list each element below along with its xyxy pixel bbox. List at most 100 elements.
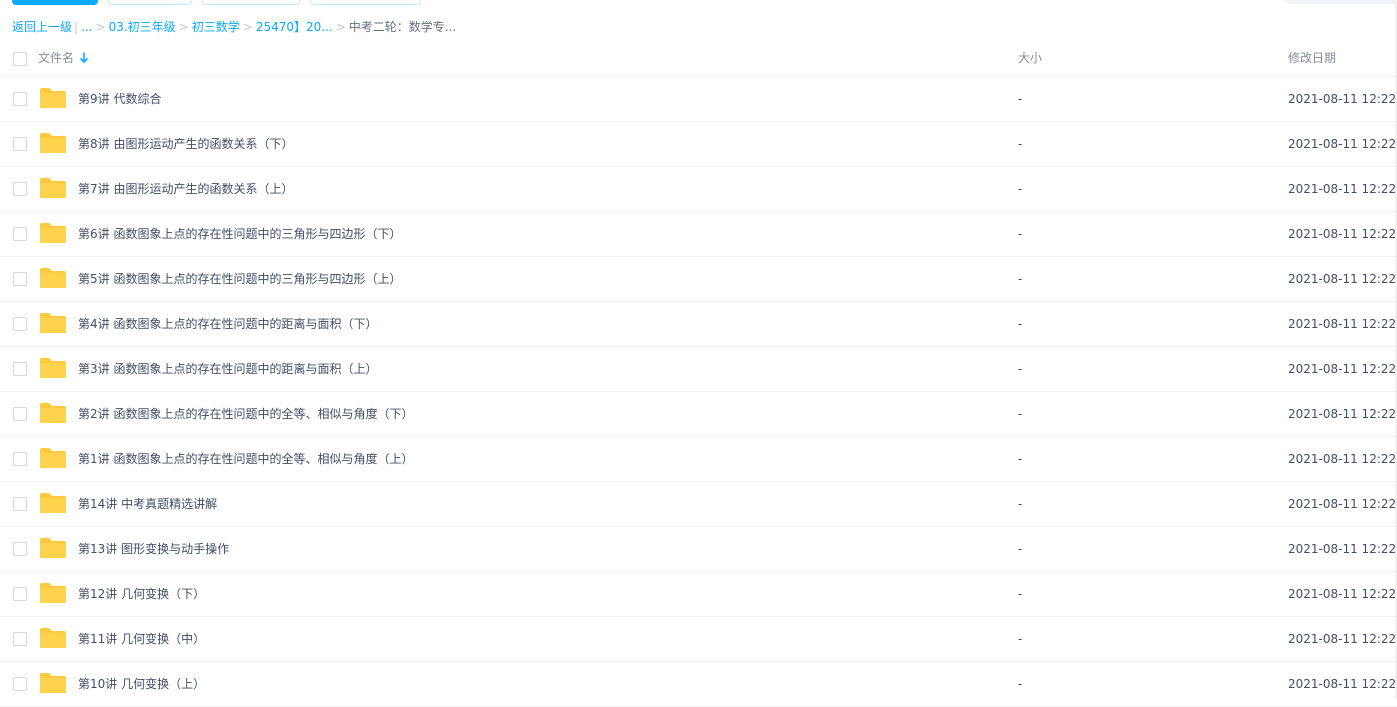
file-date: 2021-08-11 12:22 xyxy=(1288,137,1397,151)
file-name[interactable]: 第7讲 由图形运动产生的函数关系（上） xyxy=(78,181,293,197)
file-date: 2021-08-11 12:22 xyxy=(1288,272,1397,286)
row-checkbox[interactable] xyxy=(13,317,27,331)
row-checkbox[interactable] xyxy=(13,362,27,376)
file-row[interactable]: 第3讲 函数图象上点的存在性问题中的距离与面积（上） - 2021-08-11 … xyxy=(0,347,1397,392)
file-size: - xyxy=(1018,497,1023,511)
file-date: 2021-08-11 12:22 xyxy=(1288,362,1397,376)
select-all-checkbox[interactable] xyxy=(13,52,27,66)
sort-arrow-down-icon[interactable] xyxy=(79,50,89,66)
file-row[interactable]: 第9讲 代数综合 - 2021-08-11 12:22 xyxy=(0,77,1397,122)
file-row[interactable]: 第6讲 函数图象上点的存在性问题中的三角形与四边形（下） - 2021-08-1… xyxy=(0,212,1397,257)
file-row[interactable]: 第12讲 几何变换（下） - 2021-08-11 12:22 xyxy=(0,572,1397,617)
back-link[interactable]: 返回上一级 xyxy=(12,20,72,34)
file-row[interactable]: 第8讲 由图形运动产生的函数关系（下） - 2021-08-11 12:22 xyxy=(0,122,1397,167)
row-checkbox[interactable] xyxy=(13,542,27,556)
file-name[interactable]: 第1讲 函数图象上点的存在性问题中的全等、相似与角度（上） xyxy=(78,451,413,467)
file-date: 2021-08-11 12:22 xyxy=(1288,182,1397,196)
file-size: - xyxy=(1018,677,1023,691)
search-input[interactable] xyxy=(1278,0,1397,4)
file-size: - xyxy=(1018,272,1023,286)
file-date: 2021-08-11 12:22 xyxy=(1288,317,1397,331)
more-button[interactable] xyxy=(310,0,421,5)
file-size: - xyxy=(1018,317,1023,331)
file-row[interactable]: 第14讲 中考真题精选讲解 - 2021-08-11 12:22 xyxy=(0,482,1397,527)
folder-icon xyxy=(40,583,66,603)
file-name[interactable]: 第6讲 函数图象上点的存在性问题中的三角形与四边形（下） xyxy=(78,226,401,242)
folder-icon xyxy=(40,358,66,378)
row-checkbox[interactable] xyxy=(13,137,27,151)
file-name[interactable]: 第9讲 代数综合 xyxy=(78,91,161,107)
row-checkbox[interactable] xyxy=(13,677,27,691)
folder-icon xyxy=(40,628,66,648)
file-date: 2021-08-11 12:22 xyxy=(1288,452,1397,466)
file-date: 2021-08-11 12:22 xyxy=(1288,227,1397,241)
file-name[interactable]: 第12讲 几何变换（下） xyxy=(78,586,205,602)
file-row[interactable]: 第7讲 由图形运动产生的函数关系（上） - 2021-08-11 12:22 xyxy=(0,167,1397,212)
file-name[interactable]: 第2讲 函数图象上点的存在性问题中的全等、相似与角度（下） xyxy=(78,406,413,422)
file-name[interactable]: 第11讲 几何变换（中） xyxy=(78,631,205,647)
new-folder-button[interactable] xyxy=(108,0,192,5)
file-name[interactable]: 第14讲 中考真题精选讲解 xyxy=(78,496,217,512)
file-date: 2021-08-11 12:22 xyxy=(1288,497,1397,511)
row-checkbox[interactable] xyxy=(13,272,27,286)
breadcrumb-ellipsis[interactable]: ... xyxy=(81,20,92,34)
file-name[interactable]: 第5讲 函数图象上点的存在性问题中的三角形与四边形（上） xyxy=(78,271,401,287)
file-date: 2021-08-11 12:22 xyxy=(1288,587,1397,601)
file-row[interactable]: 第4讲 函数图象上点的存在性问题中的距离与面积（下） - 2021-08-11 … xyxy=(0,302,1397,347)
list-header: 文件名 大小 修改日期 xyxy=(0,40,1397,77)
breadcrumb-separator: > xyxy=(95,20,106,34)
folder-icon xyxy=(40,88,66,108)
breadcrumb: 返回上一级 |... >03.初三年级 > 初三数学 >25470】20... > 中考二轮：… xyxy=(12,17,456,37)
file-name[interactable]: 第8讲 由图形运动产生的函数关系（下） xyxy=(78,136,293,152)
folder-icon xyxy=(40,403,66,423)
file-row[interactable]: 第2讲 函数图象上点的存在性问题中的全等、相似与角度（下） - 2021-08-… xyxy=(0,392,1397,437)
folder-icon xyxy=(40,448,66,468)
row-checkbox[interactable] xyxy=(13,407,27,421)
file-size: - xyxy=(1018,542,1023,556)
row-checkbox[interactable] xyxy=(13,587,27,601)
breadcrumb-item[interactable]: 03.初三年级 xyxy=(109,20,176,34)
breadcrumb-separator: > xyxy=(242,20,253,34)
file-date: 2021-08-11 12:22 xyxy=(1288,92,1397,106)
file-row[interactable]: 第10讲 几何变换（上） - 2021-08-11 12:22 xyxy=(0,662,1397,707)
file-row[interactable]: 第1讲 函数图象上点的存在性问题中的全等、相似与角度（上） - 2021-08-… xyxy=(0,437,1397,482)
file-name[interactable]: 第10讲 几何变换（上） xyxy=(78,676,205,692)
file-date: 2021-08-11 12:22 xyxy=(1288,677,1397,691)
breadcrumb-divider: | xyxy=(74,20,79,34)
file-name[interactable]: 第3讲 函数图象上点的存在性问题中的距离与面积（上） xyxy=(78,361,377,377)
file-size: - xyxy=(1018,92,1023,106)
file-name[interactable]: 第13讲 图形变换与动手操作 xyxy=(78,541,229,557)
folder-icon xyxy=(40,178,66,198)
upload-button[interactable] xyxy=(12,0,98,5)
breadcrumb-item[interactable]: 25470】20... xyxy=(256,20,333,34)
file-size: - xyxy=(1018,407,1023,421)
file-row[interactable]: 第5讲 函数图象上点的存在性问题中的三角形与四边形（上） - 2021-08-1… xyxy=(0,257,1397,302)
file-size: - xyxy=(1018,632,1023,646)
download-button[interactable] xyxy=(202,0,300,5)
file-name[interactable]: 第4讲 函数图象上点的存在性问题中的距离与面积（下） xyxy=(78,316,377,332)
row-checkbox[interactable] xyxy=(13,452,27,466)
file-row[interactable]: 第13讲 图形变换与动手操作 - 2021-08-11 12:22 xyxy=(0,527,1397,572)
row-checkbox[interactable] xyxy=(13,497,27,511)
toolbar xyxy=(0,0,1397,8)
row-checkbox[interactable] xyxy=(13,227,27,241)
file-date: 2021-08-11 12:22 xyxy=(1288,407,1397,421)
file-date: 2021-08-11 12:22 xyxy=(1288,542,1397,556)
row-checkbox[interactable] xyxy=(13,182,27,196)
breadcrumb-separator: > xyxy=(335,20,346,34)
file-size: - xyxy=(1018,137,1023,151)
column-header-name[interactable]: 文件名 xyxy=(38,50,74,66)
column-header-size[interactable]: 大小 xyxy=(1018,50,1042,66)
file-date: 2021-08-11 12:22 xyxy=(1288,632,1397,646)
row-checkbox[interactable] xyxy=(13,92,27,106)
folder-icon xyxy=(40,538,66,558)
folder-icon xyxy=(40,313,66,333)
file-list: 第9讲 代数综合 - 2021-08-11 12:22 第8讲 由图形运动产生的… xyxy=(0,77,1397,707)
file-size: - xyxy=(1018,362,1023,376)
breadcrumb-separator: > xyxy=(178,20,189,34)
file-row[interactable]: 第11讲 几何变换（中） - 2021-08-11 12:22 xyxy=(0,617,1397,662)
folder-icon xyxy=(40,673,66,693)
breadcrumb-item[interactable]: 初三数学 xyxy=(192,20,240,34)
column-header-date[interactable]: 修改日期 xyxy=(1288,50,1336,66)
row-checkbox[interactable] xyxy=(13,632,27,646)
